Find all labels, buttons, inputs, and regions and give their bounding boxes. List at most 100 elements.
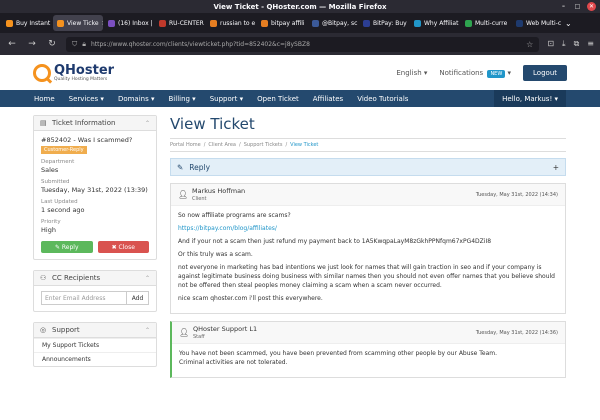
qhoster-logo[interactable]: QHoster Quality Hosting Matters xyxy=(33,63,114,82)
reply-toggle-bar[interactable]: ✎ Reply + xyxy=(170,158,566,176)
back-icon[interactable]: ← xyxy=(6,39,18,49)
close-icon[interactable]: ✕ xyxy=(587,2,596,11)
forward-icon[interactable]: → xyxy=(26,39,38,49)
tab-label: Web Multi-c xyxy=(526,19,562,27)
browser-tab[interactable]: bitpay affili xyxy=(257,15,307,31)
message-author: QHoster Support L1 xyxy=(193,325,258,333)
browser-tab[interactable]: Why Affiliat xyxy=(410,15,460,31)
sidebar-item-announcements[interactable]: Announcements xyxy=(34,352,156,366)
browser-tab[interactable]: View Ticke✕ xyxy=(53,15,103,31)
browser-tab[interactable]: Web Multi-c xyxy=(512,15,562,31)
browser-tab[interactable]: @Bitpay, sc xyxy=(308,15,358,31)
toolbar-right: ⊡ ⤓ ⧉ ≡ xyxy=(547,39,594,49)
shield-icon[interactable]: ⛉ xyxy=(72,40,77,49)
breadcrumb-separator: / xyxy=(285,142,288,148)
panel-header[interactable]: ⚇ CC Recipients ⌃ xyxy=(34,271,156,286)
nav-home[interactable]: Home xyxy=(34,95,55,103)
favicon-icon xyxy=(414,19,421,27)
message-paragraph: And if your not a scam then just refund … xyxy=(178,238,492,245)
reload-icon[interactable]: ↻ xyxy=(46,39,58,49)
favicon-icon xyxy=(57,19,64,27)
nav-video-tutorials[interactable]: Video Tutorials xyxy=(357,95,408,103)
url-bar[interactable]: ⛉ 🔒︎ https://www.qhoster.com/clients/vie… xyxy=(66,36,540,52)
bookmark-star-icon[interactable]: ☆ xyxy=(526,40,533,49)
logo-text: QHoster Quality Hosting Matters xyxy=(54,64,114,82)
tab-label: Multi-curre xyxy=(475,19,508,27)
last-updated-label: Last Updated xyxy=(41,199,78,205)
chevron-up-icon[interactable]: ⌃ xyxy=(145,327,150,334)
lock-icon[interactable]: 🔒︎ xyxy=(82,40,86,49)
user-icon: 👤︎ xyxy=(179,328,190,337)
favicon-icon xyxy=(108,19,115,27)
department-value: Sales xyxy=(41,166,59,174)
extensions-icon[interactable]: ⧉ xyxy=(574,39,580,49)
logout-button[interactable]: Logout xyxy=(523,64,567,81)
favicon-icon xyxy=(6,19,13,27)
tab-label: View Ticke xyxy=(67,19,99,27)
message-author-block: Markus Hoffman Client xyxy=(192,187,245,202)
message-link[interactable]: https://bitpay.com/blog/affiliates/ xyxy=(178,224,558,233)
tab-label: RU-CENTER xyxy=(169,19,204,27)
favicon-icon xyxy=(261,19,268,27)
cc-recipients-panel: ⚇ CC Recipients ⌃ Enter Email Address Ad… xyxy=(33,270,157,312)
breadcrumb-portal-home[interactable]: Portal Home xyxy=(170,142,201,148)
nav-open-ticket[interactable]: Open Ticket xyxy=(257,95,299,103)
menu-icon[interactable]: ≡ xyxy=(587,39,594,49)
cc-form: Enter Email Address Add xyxy=(41,291,149,305)
nav-support[interactable]: Support ▾ xyxy=(210,95,243,103)
tab-label: (16) Inbox | xyxy=(118,19,153,27)
window-titlebar: View Ticket - QHoster.com — Mozilla Fire… xyxy=(0,0,600,13)
sidebar-item-my-support-tickets[interactable]: My Support Tickets xyxy=(34,338,156,352)
favicon-icon xyxy=(516,19,523,27)
maximize-icon[interactable]: □ xyxy=(573,2,582,11)
close-tab-icon[interactable]: ✕ xyxy=(102,20,103,27)
browser-tab[interactable]: Multi-curre xyxy=(461,15,511,31)
reply-button[interactable]: ✎ Reply xyxy=(41,241,93,253)
breadcrumb: Portal Home / Client Area / Support Tick… xyxy=(170,138,566,152)
page-title: View Ticket xyxy=(170,115,255,133)
url-text[interactable]: https://www.qhoster.com/clients/viewtick… xyxy=(91,41,310,48)
chevron-up-icon[interactable]: ⌃ xyxy=(145,275,150,282)
panel-header[interactable]: ◎ Support ⌃ xyxy=(34,323,156,338)
submitted-label: Submitted xyxy=(41,179,70,185)
nav-domains[interactable]: Domains ▾ xyxy=(118,95,155,103)
message-paragraph: not everyone in marketing has bad intent… xyxy=(178,264,555,289)
message-author-block: QHoster Support L1 Staff xyxy=(193,325,257,340)
nav-billing[interactable]: Billing ▾ xyxy=(169,95,196,103)
message-body: You have not been scammed, you have been… xyxy=(172,344,565,377)
chevron-down-icon: ▾ xyxy=(507,68,512,77)
browser-tab[interactable]: Buy Instant H xyxy=(2,15,52,31)
breadcrumb-support-tickets[interactable]: Support Tickets xyxy=(244,142,283,148)
tab-list-chevron-icon[interactable]: ⌄ xyxy=(565,19,572,28)
user-icon: 👤︎ xyxy=(178,190,189,199)
submitted-value: Tuesday, May 31st, 2022 (13:39) xyxy=(41,186,148,194)
status-badge: Customer-Reply xyxy=(41,146,87,154)
cc-email-input[interactable]: Enter Email Address xyxy=(41,291,127,305)
close-ticket-button[interactable]: ✖ Close xyxy=(97,241,149,253)
browser-tab[interactable]: BitPay: Buy xyxy=(359,15,409,31)
nav-services[interactable]: Services ▾ xyxy=(69,95,104,103)
favicon-icon xyxy=(465,19,472,27)
message-paragraph: nice scam qhoster.com i'll post this eve… xyxy=(178,295,323,302)
notifications-menu[interactable]: Notifications NEW ▾ xyxy=(439,68,512,78)
tab-label: Why Affiliat xyxy=(424,19,459,27)
pocket-icon[interactable]: ⊡ xyxy=(547,39,554,49)
downloads-icon[interactable]: ⤓ xyxy=(562,39,566,49)
cc-add-button[interactable]: Add xyxy=(127,291,149,305)
language-selector[interactable]: English ▾ xyxy=(396,69,427,77)
panel-header[interactable]: ▤ Ticket Information ⌃ xyxy=(34,116,156,131)
browser-tab[interactable]: RU-CENTER xyxy=(155,15,205,31)
chevron-up-icon[interactable]: ⌃ xyxy=(145,120,150,127)
plus-icon[interactable]: + xyxy=(553,163,559,172)
breadcrumb-client-area[interactable]: Client Area xyxy=(208,142,236,148)
browser-tab[interactable]: russian to e xyxy=(206,15,256,31)
browser-tab[interactable]: (16) Inbox | xyxy=(104,15,154,31)
logo-name: QHoster xyxy=(54,62,115,78)
notifications-label: Notifications xyxy=(439,68,484,77)
user-menu[interactable]: Hello, Markus! ▾ xyxy=(494,90,566,107)
message-paragraph: You have not been scammed, you have been… xyxy=(179,350,498,357)
minimize-icon[interactable]: – xyxy=(559,2,568,11)
users-icon: ⚇ xyxy=(40,274,47,282)
panel-title: CC Recipients xyxy=(52,274,101,282)
nav-affiliates[interactable]: Affiliates xyxy=(313,95,343,103)
